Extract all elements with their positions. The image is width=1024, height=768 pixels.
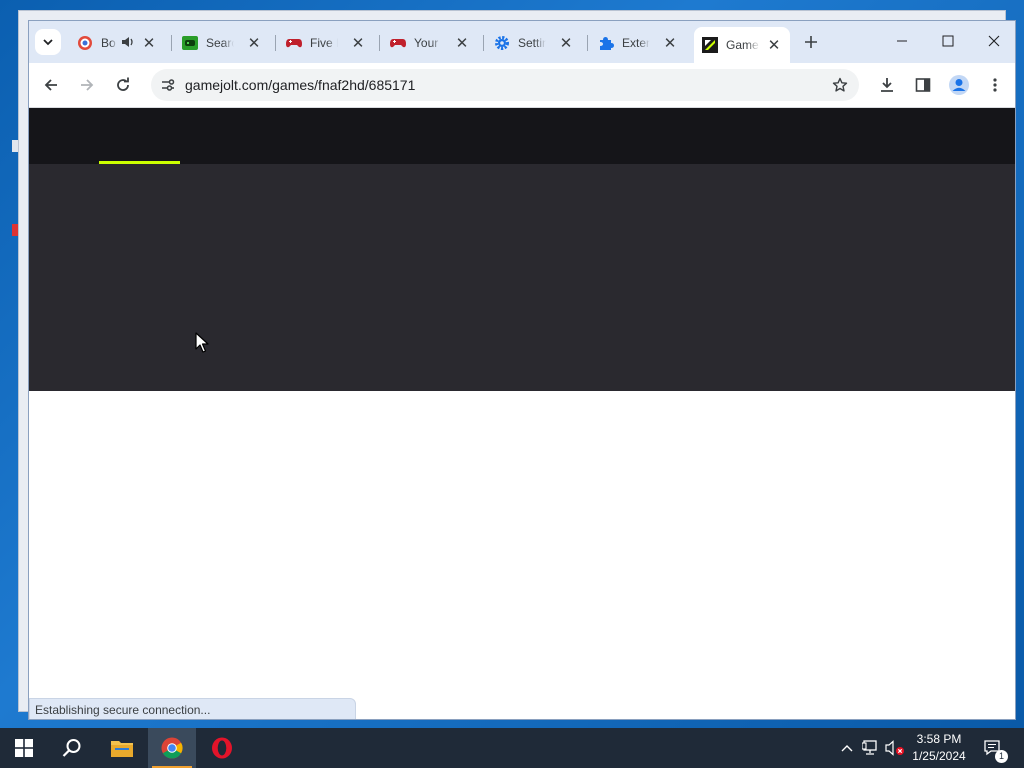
tab-title: Settings [518,36,546,50]
gamepad-red-icon [390,35,406,51]
browser-window: Bo ✕ Search ✕ Five N ✕ Y [28,20,1016,720]
browser-toolbar: gamejolt.com/games/fnaf2hd/685171 [29,63,1015,108]
target-icon [77,35,93,51]
minimize-button[interactable] [879,27,925,55]
maximize-icon [942,35,954,47]
url-text[interactable]: gamejolt.com/games/fnaf2hd/685171 [185,77,415,93]
tab-title: Extens [622,36,650,50]
side-panel-button[interactable] [909,71,937,99]
system-clock[interactable]: 3:58 PM 1/25/2024 [906,731,972,765]
address-bar[interactable]: gamejolt.com/games/fnaf2hd/685171 [151,69,859,101]
tab-separator [587,35,588,51]
avatar-icon [949,75,969,95]
maximize-button[interactable] [925,27,971,55]
tab-title: Bo [101,36,116,50]
tab-bo[interactable]: Bo ✕ [69,29,165,57]
tab-title: Your F [414,36,442,50]
start-button[interactable] [0,728,48,768]
close-tab-icon[interactable]: ✕ [662,35,678,52]
tab-extensions[interactable]: Extens ✕ [590,29,686,57]
gamepad-red-icon [286,35,302,51]
new-tab-button[interactable] [801,32,821,52]
show-hidden-icons-button[interactable] [838,728,856,768]
close-tab-icon[interactable]: ✕ [454,35,470,52]
notification-center-button[interactable]: 1 [978,728,1008,768]
back-button[interactable] [37,71,65,99]
tab-title: Search [206,36,234,50]
tab-title: Game [726,38,759,52]
bookmark-star-icon[interactable] [829,74,851,96]
menu-button[interactable] [981,71,1009,99]
reload-button[interactable] [109,71,137,99]
back-arrow-icon [44,79,57,91]
search-icon [62,739,81,757]
close-window-button[interactable] [971,27,1015,55]
download-icon [881,78,893,92]
opera-taskbar-button[interactable] [198,728,246,768]
site-info-icon[interactable] [157,74,179,96]
kebab-menu-icon [993,78,997,92]
tab-strip: Bo ✕ Search ✕ Five N ✕ Y [29,21,1015,63]
tab-separator [379,35,380,51]
tab-separator [171,35,172,51]
tab-separator [275,35,276,51]
chrome-taskbar-button[interactable] [148,728,196,768]
puzzle-icon [598,35,614,51]
minimize-icon [897,40,907,42]
tab-your[interactable]: Your F ✕ [382,29,478,57]
status-bubble: Establishing secure connection... [29,698,356,719]
folder-icon [111,741,133,757]
network-tray-button[interactable] [860,728,882,768]
plus-icon [805,36,817,48]
tab-settings[interactable]: Settings ✕ [486,29,582,57]
clock-time: 3:58 PM [916,732,962,746]
chrome-icon [161,737,183,759]
profile-button[interactable] [945,71,973,99]
chevron-down-icon [43,39,53,46]
mouse-cursor-icon [195,332,209,357]
windows-logo-icon [15,739,33,757]
file-explorer-button[interactable] [98,728,146,768]
volume-tray-button[interactable] [884,728,906,768]
forward-button[interactable] [73,71,101,99]
site-header [29,108,1015,164]
close-icon [988,35,1000,47]
reload-icon [117,77,129,91]
downloads-button[interactable] [873,71,901,99]
tab-game-active[interactable]: Game ✕ [694,27,790,63]
close-tab-icon[interactable]: ✕ [141,35,157,52]
close-tab-icon[interactable]: ✕ [766,37,782,54]
speaker-icon[interactable] [121,35,135,52]
tab-title: Five N [310,36,338,50]
volume-muted-icon [885,740,904,756]
tab-search-button[interactable] [35,29,61,55]
side-panel-icon [915,78,931,92]
page-content: Establishing secure connection... [29,108,1015,719]
close-tab-icon[interactable]: ✕ [558,35,574,52]
network-icon [862,740,877,755]
game-hero-banner [29,164,1015,391]
close-tab-icon[interactable]: ✕ [246,35,262,52]
search-button[interactable] [48,728,96,768]
chevron-up-icon [841,745,853,752]
taskbar: 3:58 PM 1/25/2024 1 [0,728,1024,768]
gamepad-green-icon [182,35,198,51]
opera-icon [212,737,232,759]
tab-five-nights[interactable]: Five N ✕ [278,29,374,57]
gear-icon [494,35,510,51]
gamejolt-icon [702,37,718,53]
close-tab-icon[interactable]: ✕ [350,35,366,52]
forward-arrow-icon [81,79,94,91]
tab-separator [483,35,484,51]
clock-date: 1/25/2024 [912,749,966,763]
notification-badge: 1 [995,750,1008,763]
tab-search[interactable]: Search ✕ [174,29,270,57]
